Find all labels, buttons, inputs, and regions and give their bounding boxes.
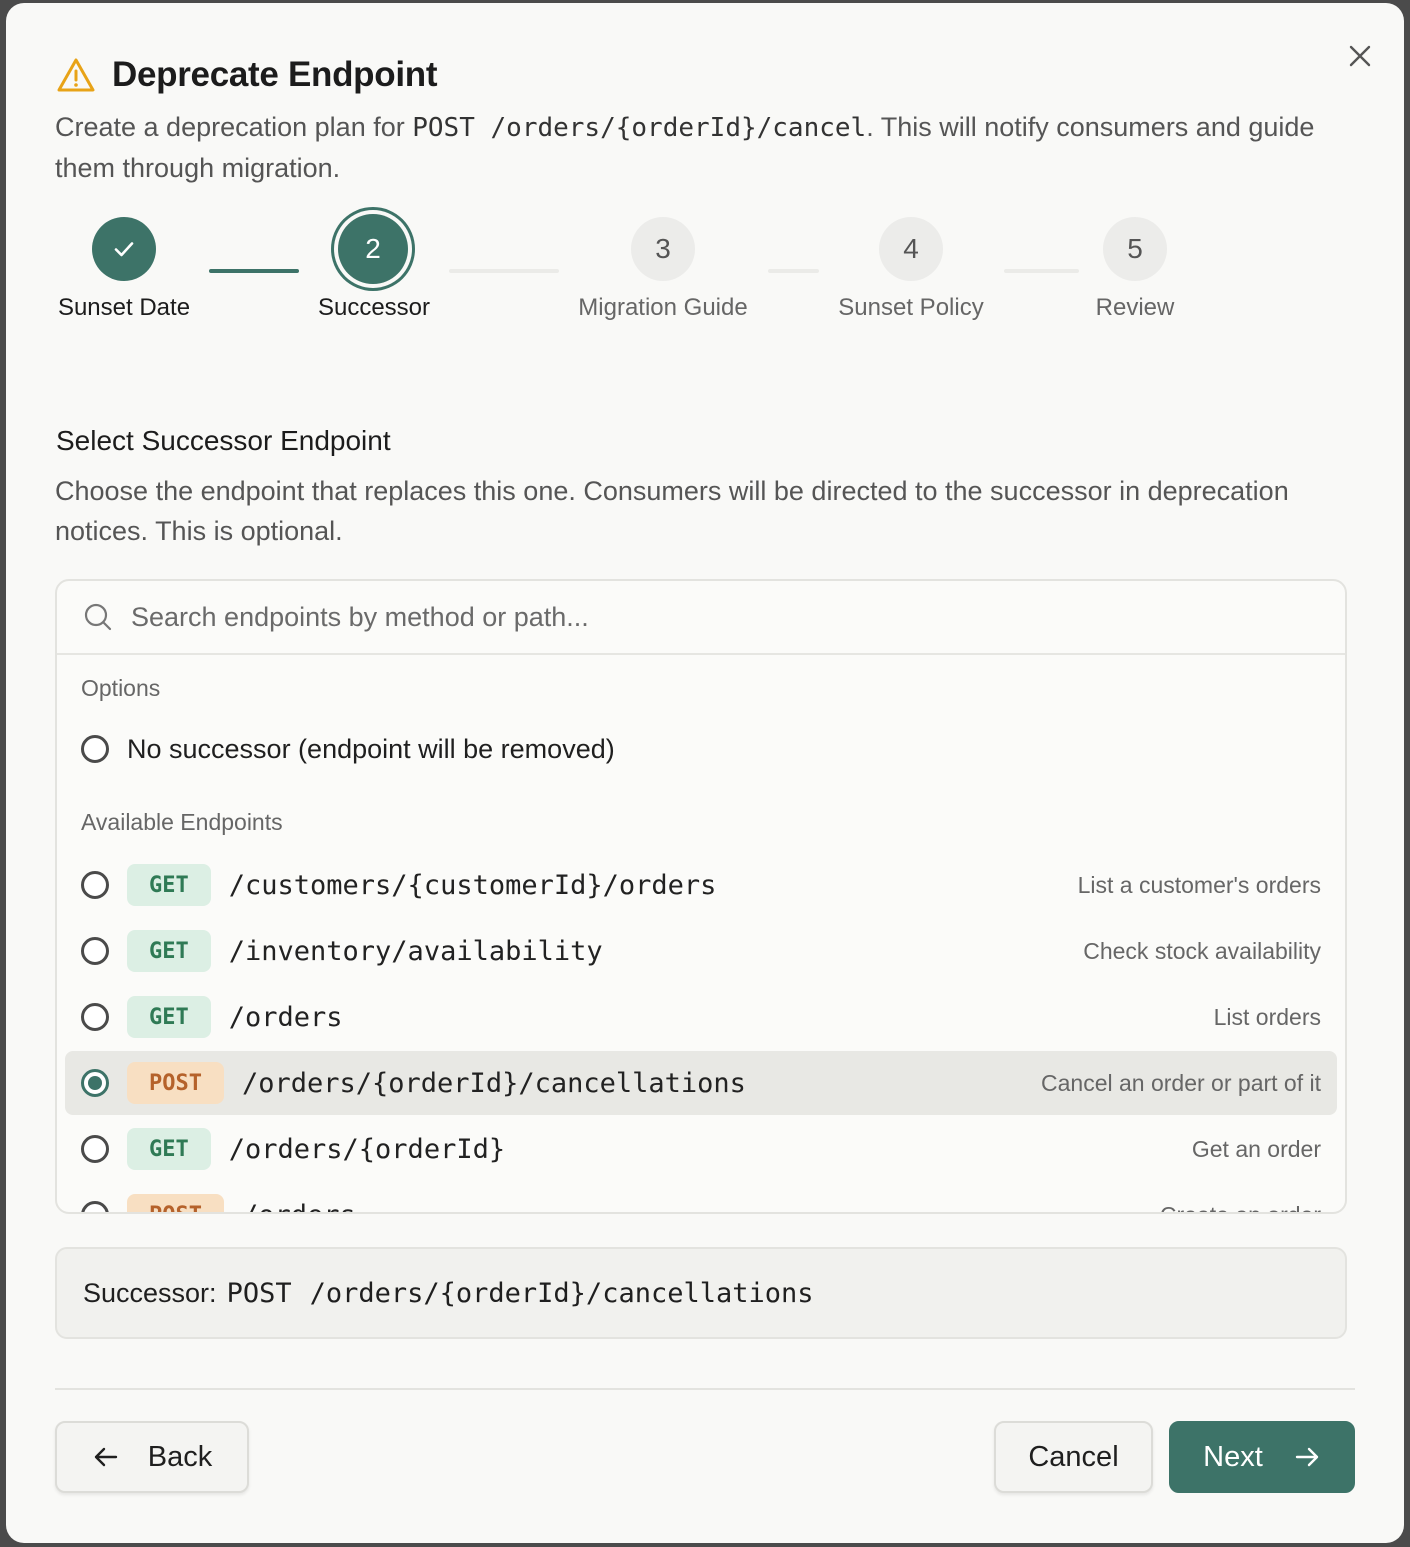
endpoint-radio[interactable] xyxy=(81,937,109,965)
step-1-label: Sunset Date xyxy=(57,294,191,321)
next-button-label: Next xyxy=(1203,1440,1263,1473)
endpoint-path: /orders/{orderId} xyxy=(228,1133,506,1165)
step-5-label: Review xyxy=(1095,294,1175,321)
step-2-label: Successor xyxy=(317,294,431,321)
summary-path: /orders/{orderId}/cancellations xyxy=(309,1277,814,1309)
close-icon xyxy=(1349,45,1371,67)
warning-icon xyxy=(57,58,95,92)
step-connector-3 xyxy=(768,269,819,273)
method-badge: GET xyxy=(127,864,211,906)
endpoint-path: /customers/{customerId}/orders xyxy=(228,869,717,901)
step-3-label: Migration Guide xyxy=(578,294,748,321)
endpoint-row[interactable]: GET /orders/{orderId} Get an order xyxy=(65,1117,1337,1181)
subtitle-path: /orders/{orderId}/cancel xyxy=(490,113,867,143)
endpoint-description: List a customer's orders xyxy=(1077,871,1321,898)
no-successor-option[interactable]: No successor (endpoint will be removed) xyxy=(81,725,615,773)
endpoint-row[interactable]: GET /orders List orders xyxy=(65,985,1337,1049)
endpoint-radio[interactable] xyxy=(81,1003,109,1031)
step-1-circle[interactable] xyxy=(92,217,156,281)
method-badge: GET xyxy=(127,930,211,972)
section-description: Choose the endpoint that replaces this o… xyxy=(55,476,1289,546)
summary-method: POST xyxy=(226,1277,292,1309)
no-successor-radio[interactable] xyxy=(81,735,109,763)
endpoint-radio[interactable] xyxy=(81,1135,109,1163)
method-badge: GET xyxy=(127,996,211,1038)
cancel-button-label: Cancel xyxy=(1028,1440,1119,1473)
endpoint-path: /orders xyxy=(242,1200,1160,1213)
step-connector-2 xyxy=(449,269,559,273)
dialog-header: Deprecate Endpoint xyxy=(56,53,438,97)
footer-divider xyxy=(55,1388,1355,1390)
method-badge: GET xyxy=(127,1128,211,1170)
endpoint-description: Create an order xyxy=(1160,1202,1321,1213)
next-button[interactable]: Next xyxy=(1169,1421,1355,1493)
close-button[interactable] xyxy=(1340,36,1380,76)
step-connector-4 xyxy=(1004,269,1079,273)
step-2-number: 2 xyxy=(365,233,381,264)
endpoint-path: /orders xyxy=(228,1001,343,1033)
endpoint-path: /inventory/availability xyxy=(228,935,603,967)
step-5-number: 5 xyxy=(1127,233,1143,264)
endpoint-row-selected[interactable]: POST /orders/{orderId}/cancellations Can… xyxy=(65,1051,1337,1115)
step-5-circle[interactable]: 5 xyxy=(1103,217,1167,281)
search-input[interactable] xyxy=(129,600,1233,634)
endpoint-radio-checked[interactable] xyxy=(81,1069,109,1097)
arrow-right-icon xyxy=(1295,1447,1319,1467)
no-successor-label: No successor (endpoint will be removed) xyxy=(127,733,615,764)
search-icon xyxy=(84,603,112,631)
back-button-label: Back xyxy=(147,1440,213,1473)
search-bar xyxy=(57,581,1345,655)
back-button[interactable]: Back xyxy=(55,1421,249,1493)
endpoint-row[interactable]: GET /customers/{customerId}/orders List … xyxy=(65,853,1337,917)
subtitle-prefix: Create a deprecation plan for xyxy=(55,112,413,142)
endpoints-group-label: Available Endpoints xyxy=(81,809,283,835)
endpoint-description: Check stock availability xyxy=(1083,937,1321,964)
summary-label: Successor: xyxy=(83,1277,217,1308)
section-title: Select Successor Endpoint xyxy=(56,425,391,456)
step-4-number: 4 xyxy=(903,233,919,264)
endpoint-description: Get an order xyxy=(1191,1135,1321,1162)
dialog-subtitle: Create a deprecation plan for POST /orde… xyxy=(55,107,1355,188)
successor-summary: Successor: POST /orders/{orderId}/cancel… xyxy=(55,1247,1347,1339)
cancel-button[interactable]: Cancel xyxy=(994,1421,1153,1493)
endpoint-row[interactable]: GET /inventory/availability Check stock … xyxy=(65,919,1337,983)
options-group-label: Options xyxy=(81,675,161,701)
step-4-circle[interactable]: 4 xyxy=(879,217,943,281)
step-connector-1 xyxy=(209,269,299,273)
endpoint-radio[interactable] xyxy=(81,1201,109,1212)
arrow-left-icon xyxy=(94,1447,117,1467)
subtitle-method: POST xyxy=(412,113,475,143)
dialog-title: Deprecate Endpoint xyxy=(112,55,438,94)
method-badge: POST xyxy=(127,1062,224,1104)
deprecate-endpoint-dialog: Deprecate Endpoint Create a deprecation … xyxy=(6,3,1404,1543)
endpoint-picker: Options No successor (endpoint will be r… xyxy=(55,579,1347,1214)
step-4-label: Sunset Policy xyxy=(838,294,984,321)
step-3-circle[interactable]: 3 xyxy=(631,217,695,281)
endpoint-row[interactable]: POST /orders Create an order xyxy=(65,1183,1337,1213)
endpoint-path: /orders/{orderId}/cancellations xyxy=(241,1067,746,1099)
endpoint-description: List orders xyxy=(1213,1003,1321,1030)
endpoint-radio[interactable] xyxy=(81,871,109,899)
step-3-number: 3 xyxy=(655,233,671,264)
endpoint-description: Cancel an order or part of it xyxy=(1041,1069,1321,1096)
step-2-circle[interactable]: 2 xyxy=(338,214,408,284)
method-badge: POST xyxy=(127,1194,224,1212)
check-icon xyxy=(114,242,134,257)
